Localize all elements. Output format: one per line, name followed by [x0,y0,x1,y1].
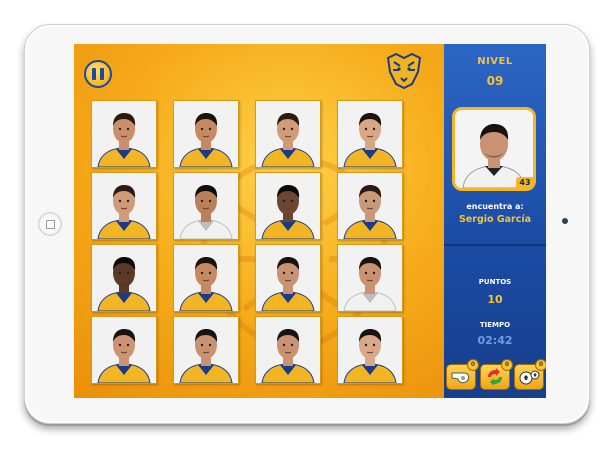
front-camera [562,218,568,224]
player-card[interactable] [173,172,239,240]
time-label: TIEMPO [479,321,511,329]
player-card[interactable] [91,244,157,312]
player-portrait [92,317,156,383]
pause-button[interactable] [84,60,112,88]
panel-divider [444,244,546,246]
powerup-count: 0 [501,359,513,371]
shuffle-powerup-button[interactable]: 0 [480,359,513,390]
player-card[interactable] [91,316,157,384]
game-screen: NIVEL 09 43 encuentra a: Sergio García P… [74,44,546,398]
player-portrait [256,317,320,383]
player-card[interactable] [337,100,403,168]
time-value: 02:42 [477,334,513,347]
pause-icon [92,68,96,80]
level-label: NIVEL [477,56,513,67]
target-player-name: Sergio García [458,214,532,225]
player-card[interactable] [255,316,321,384]
soccer-ball-icon [519,370,540,385]
player-portrait [256,245,320,311]
level-value: 09 [486,74,504,88]
whistle-powerup-button[interactable]: 0 [446,359,479,390]
target-badge: 43 [516,177,534,189]
powerup-count: 0 [467,359,479,371]
player-card[interactable] [173,316,239,384]
home-button[interactable] [38,212,62,236]
find-label: encuentra a: [466,202,524,211]
player-card[interactable] [337,172,403,240]
player-card[interactable] [255,244,321,312]
player-portrait [338,317,402,383]
player-card[interactable] [337,244,403,312]
tigres-logo-icon [386,52,422,90]
player-portrait [174,317,238,383]
player-card[interactable] [255,100,321,168]
whistle-icon [451,372,470,384]
points-value: 10 [487,293,503,306]
reveal-powerup-button[interactable]: 0 [514,359,546,390]
player-portrait [92,173,156,239]
player-portrait [92,101,156,167]
shuffle-icon [488,368,502,386]
player-portrait [338,245,402,311]
player-card[interactable] [255,172,321,240]
player-card[interactable] [173,244,239,312]
player-card[interactable] [173,100,239,168]
player-portrait [174,245,238,311]
points-label: PUNTOS [478,278,512,286]
powerup-count: 0 [535,359,546,371]
player-portrait [338,173,402,239]
player-portrait [338,101,402,167]
player-portrait [174,101,238,167]
player-portrait [92,245,156,311]
player-portrait [256,101,320,167]
player-card[interactable] [337,316,403,384]
player-card[interactable] [91,100,157,168]
player-portrait [256,173,320,239]
player-portrait [174,173,238,239]
player-card[interactable] [91,172,157,240]
side-panel: NIVEL 09 43 encuentra a: Sergio García P… [444,44,546,398]
